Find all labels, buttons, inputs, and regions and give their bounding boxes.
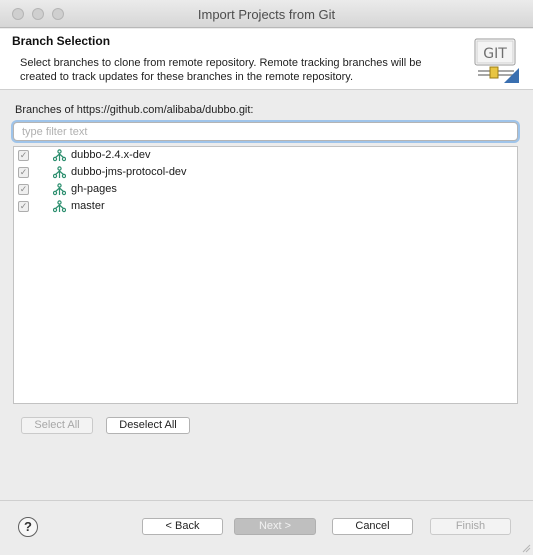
- branch-label: dubbo-jms-protocol-dev: [71, 166, 187, 178]
- title-bar[interactable]: Import Projects from Git: [0, 0, 533, 28]
- branch-rows: ✓ dubbo-2.4.x-dev ✓ dubbo-jms-protocol-dev ✓…: [14, 147, 517, 215]
- git-branch-icon: [53, 183, 66, 196]
- git-logo-text: GIT: [483, 46, 507, 62]
- git-branch-icon: [53, 166, 66, 179]
- cancel-button[interactable]: Cancel: [332, 518, 413, 535]
- window-title: Import Projects from Git: [197, 7, 336, 22]
- page-description: Select branches to clone from remote rep…: [20, 57, 422, 83]
- branch-checkbox[interactable]: ✓: [18, 167, 29, 178]
- page-title: Branch Selection: [12, 34, 111, 48]
- branches-label: Branches of https://github.com/alibaba/d…: [15, 104, 254, 116]
- filter-input[interactable]: [13, 122, 518, 141]
- resize-grip-icon[interactable]: [521, 543, 531, 553]
- select-all-button[interactable]: Select All: [21, 417, 93, 434]
- branch-checkbox[interactable]: ✓: [18, 150, 29, 161]
- branch-row[interactable]: ✓ dubbo-2.4.x-dev: [14, 147, 517, 164]
- branch-row[interactable]: ✓ gh-pages: [14, 181, 517, 198]
- branch-label: dubbo-2.4.x-dev: [71, 149, 151, 161]
- finish-button[interactable]: Finish: [430, 518, 511, 535]
- back-button[interactable]: < Back: [142, 518, 223, 535]
- import-dialog: Import Projects from Git Branch Selectio…: [0, 0, 533, 555]
- git-branch-icon: [53, 200, 66, 213]
- branch-list[interactable]: ✓ dubbo-2.4.x-dev ✓ dubbo-jms-protocol-dev ✓…: [13, 146, 518, 404]
- header-banner: Branch Selection Select branches to clon…: [0, 29, 533, 90]
- git-logo-icon: GIT: [474, 38, 519, 83]
- branch-label: gh-pages: [71, 183, 117, 195]
- footer-divider: [0, 500, 533, 501]
- branch-row[interactable]: ✓ dubbo-jms-protocol-dev: [14, 164, 517, 181]
- deselect-all-button[interactable]: Deselect All: [106, 417, 190, 434]
- next-button[interactable]: Next >: [234, 518, 316, 535]
- branch-checkbox[interactable]: ✓: [18, 184, 29, 195]
- branch-row[interactable]: ✓ master: [14, 198, 517, 215]
- git-branch-icon: [53, 149, 66, 162]
- question-mark-icon[interactable]: ?: [18, 517, 38, 537]
- branch-label: master: [71, 200, 105, 212]
- branch-checkbox[interactable]: ✓: [18, 201, 29, 212]
